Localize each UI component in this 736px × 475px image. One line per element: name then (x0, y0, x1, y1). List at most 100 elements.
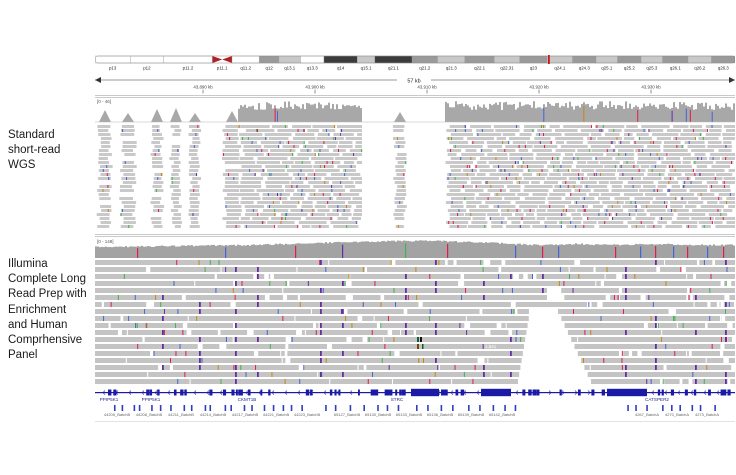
read (189, 161, 199, 164)
long-read (297, 267, 498, 272)
mismatch-tick (570, 221, 571, 224)
long-read (676, 309, 735, 314)
mismatch-tick (292, 337, 293, 342)
coverage-bar (290, 107, 292, 122)
read (724, 125, 735, 128)
deletion-gap (218, 330, 221, 335)
mismatch-tick (274, 225, 275, 228)
lrs-coverage-track[interactable] (95, 239, 735, 259)
gene-label: PPIP5K1 (142, 398, 161, 403)
ideogram-track[interactable]: p13p12p11.2p11.1q11.2q12q13.1q13.3q14q15… (95, 54, 735, 71)
read (307, 173, 326, 176)
read (685, 205, 697, 208)
mismatch-tick (328, 133, 329, 136)
long-read (95, 372, 147, 377)
read (99, 185, 111, 188)
mismatch-tick (157, 129, 158, 132)
long-read (95, 330, 127, 335)
coverage-bar (284, 102, 286, 122)
mismatch-tick (304, 141, 305, 144)
wgs-alignment-track[interactable] (95, 124, 735, 232)
insertion-mark (257, 372, 259, 377)
read (99, 153, 112, 156)
mismatch-tick (459, 323, 460, 328)
coverage-allele-bar (686, 109, 687, 122)
mismatch-tick (403, 173, 404, 176)
probe-tick (134, 405, 136, 411)
coverage-bar (551, 244, 553, 258)
probe-tick (504, 405, 506, 411)
read (120, 133, 134, 136)
probe-tick (205, 405, 207, 411)
coverage-bar (687, 106, 689, 122)
coverage-bar (589, 245, 591, 258)
read (647, 173, 664, 176)
read (701, 205, 724, 208)
mismatch-tick (606, 209, 607, 212)
coverage-bar (565, 103, 567, 122)
read (123, 173, 135, 176)
read (618, 177, 641, 180)
mismatch-tick (632, 177, 633, 180)
read (547, 217, 571, 220)
read (449, 141, 468, 144)
read (120, 213, 132, 216)
read (124, 205, 135, 208)
mismatch-tick (516, 330, 517, 335)
probe-label: 44211_BatchB (168, 413, 194, 417)
coverage-bar (477, 105, 479, 122)
coverage-bar (326, 105, 328, 122)
read (266, 185, 282, 188)
coverage-bar (557, 103, 559, 122)
read (240, 125, 269, 128)
read (397, 185, 406, 188)
deletion-gap (479, 358, 484, 363)
probe-track[interactable] (95, 405, 735, 412)
coverage-bar (269, 245, 271, 258)
insertion-size-label[interactable]: 1,841 (483, 344, 498, 350)
mismatch-tick (331, 189, 332, 192)
coverage-dropout (523, 351, 578, 357)
read (356, 205, 362, 208)
read (670, 193, 694, 196)
read (153, 209, 163, 212)
insertion-mark (435, 281, 437, 286)
mismatch-tick (622, 351, 623, 356)
mismatch-tick (684, 181, 685, 184)
mismatch-tick (720, 213, 721, 216)
mismatch-tick (465, 288, 466, 293)
mismatch-tick (249, 169, 250, 172)
coverage-bar (360, 108, 362, 122)
gene-label: STRC (391, 398, 404, 403)
wgs-coverage-track[interactable] (95, 99, 735, 123)
coverage-bar (543, 245, 545, 258)
read (718, 149, 731, 152)
read (101, 145, 110, 148)
coverage-bar (292, 109, 294, 122)
coverage-bar (307, 243, 309, 258)
coverage-bar (335, 242, 337, 258)
coverage-allele-bar (515, 246, 516, 258)
mismatch-tick (340, 181, 341, 184)
long-read (330, 379, 392, 384)
coverage-bar (343, 242, 345, 258)
gene-track[interactable] (95, 388, 735, 398)
read (190, 205, 198, 208)
ruler-track[interactable]: 57 kb43,890 kb43,900 kb43,910 kb43,920 k… (95, 73, 735, 94)
coverage-bar (479, 242, 481, 258)
coverage-bar (353, 242, 355, 258)
read (172, 145, 180, 148)
coverage-bar (731, 244, 733, 258)
read (488, 145, 503, 148)
mismatch-tick (122, 129, 123, 132)
lrs-alignment-track[interactable] (95, 260, 735, 388)
read (123, 181, 136, 184)
read (447, 185, 473, 188)
read (507, 217, 535, 220)
coverage-bar (605, 244, 607, 258)
mismatch-tick (539, 173, 540, 176)
exon (338, 390, 340, 396)
coverage-bar (467, 241, 469, 258)
coverage-bar (725, 245, 727, 258)
mismatch-tick (543, 133, 544, 136)
